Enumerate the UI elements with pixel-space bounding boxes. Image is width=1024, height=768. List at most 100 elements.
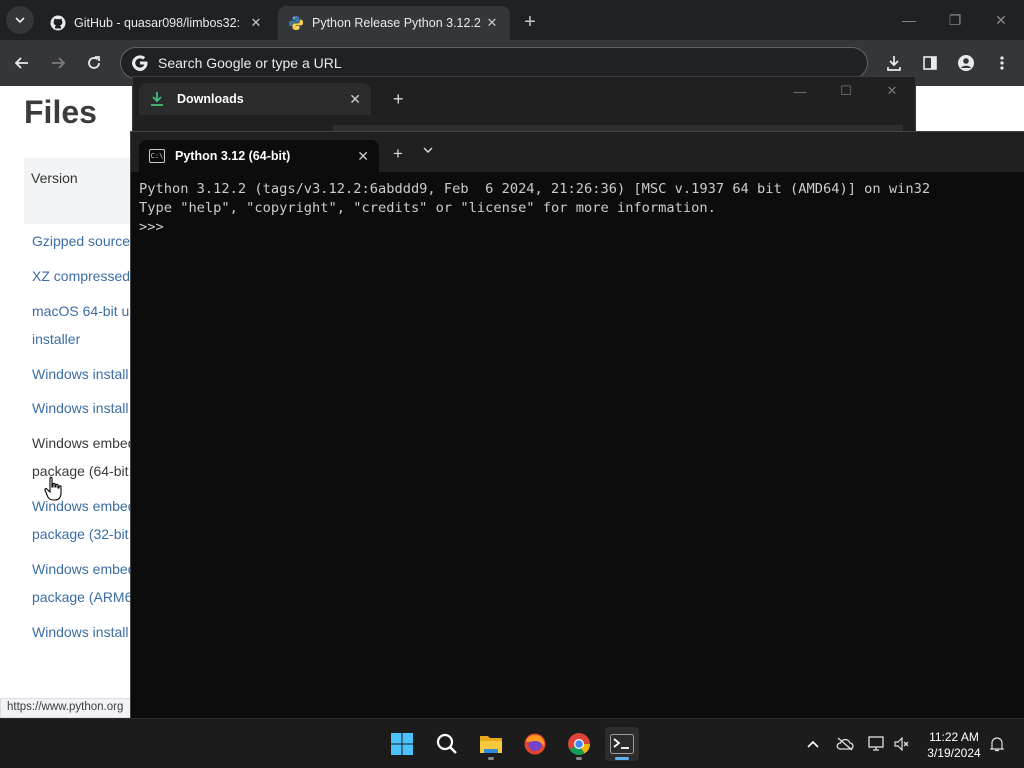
maximize-icon[interactable]: ☐: [823, 77, 869, 105]
google-icon: [132, 55, 148, 71]
volume-button[interactable]: [892, 719, 912, 768]
window-controls: — ❐ ✕: [886, 0, 1024, 40]
back-button[interactable]: [10, 51, 34, 75]
tab-downloads[interactable]: Downloads ✕: [139, 83, 371, 115]
column-header-version: Version: [31, 170, 78, 186]
side-panel-button[interactable]: [918, 51, 942, 75]
tab-title: Python 3.12 (64-bit): [175, 149, 291, 163]
tab-python-terminal[interactable]: C:\ Python 3.12 (64-bit) ✕: [139, 140, 379, 172]
tab-search-button[interactable]: [6, 6, 34, 34]
profile-icon: [958, 55, 974, 71]
more-vert-icon: [1000, 56, 1004, 70]
close-icon[interactable]: ✕: [357, 148, 369, 165]
terminal-icon: [610, 734, 634, 754]
clock-time: 11:22 AM: [929, 730, 979, 744]
reload-icon: [88, 56, 100, 69]
restore-icon[interactable]: ❐: [932, 0, 978, 40]
arrow-right-icon: [52, 57, 66, 69]
download-icon: [887, 56, 901, 71]
show-hidden-icons-button[interactable]: [802, 719, 824, 768]
file-link[interactable]: Windows install: [32, 624, 128, 640]
start-icon: [391, 733, 413, 755]
network-button[interactable]: [866, 719, 888, 768]
file-link[interactable]: macOS 64-bit u: [32, 303, 129, 319]
close-window-icon[interactable]: ✕: [978, 0, 1024, 40]
python-icon: [289, 16, 303, 30]
clock[interactable]: 11:22 AM 3/19/2024: [918, 729, 990, 761]
tab-python-release[interactable]: Python Release Python 3.12.2 | ✕: [278, 6, 510, 40]
address-bar[interactable]: [120, 47, 868, 79]
tab-title: Downloads: [177, 92, 244, 106]
search-icon: [436, 733, 457, 754]
minimize-icon[interactable]: —: [886, 0, 932, 40]
chrome-icon: [568, 733, 590, 755]
file-link[interactable]: Windows embed: [32, 561, 136, 577]
download-icon: [151, 92, 163, 106]
profile-button[interactable]: [954, 51, 978, 75]
arrow-left-icon: [14, 57, 28, 69]
onedrive-button[interactable]: [834, 719, 856, 768]
terminal-window: C:\ Python 3.12 (64-bit) ✕ + Python 3.12…: [130, 131, 1024, 718]
taskbar-file-explorer[interactable]: [474, 727, 508, 761]
close-window-icon[interactable]: ✕: [869, 77, 915, 105]
file-link[interactable]: package (32-bit: [32, 526, 129, 542]
file-explorer-icon: [480, 736, 502, 753]
file-link[interactable]: Gzipped source: [32, 233, 130, 249]
tab-title: GitHub - quasar098/limbos32:: [74, 16, 241, 30]
status-url: https://www.python.org: [0, 698, 135, 718]
file-link[interactable]: package (ARM6: [32, 589, 132, 605]
start-button[interactable]: [385, 727, 419, 761]
running-indicator: [488, 757, 494, 760]
page-title: Files: [24, 94, 97, 130]
volume-muted-icon: [894, 737, 909, 751]
file-link[interactable]: installer: [32, 331, 80, 347]
taskbar: 11:22 AM 3/19/2024: [0, 718, 1024, 768]
terminal-line: Python 3.12.2 (tags/v3.12.2:6abddd9, Feb…: [139, 181, 931, 197]
close-icon[interactable]: ✕: [248, 15, 264, 31]
file-link[interactable]: XZ compressed: [32, 268, 130, 284]
new-tab-button[interactable]: +: [518, 10, 542, 34]
terminal-prompt[interactable]: >>>: [139, 218, 930, 237]
close-icon[interactable]: ✕: [349, 91, 361, 108]
tab-github[interactable]: GitHub - quasar098/limbos32: ✕: [40, 6, 274, 40]
chevron-down-icon: [423, 147, 433, 153]
close-icon[interactable]: ✕: [484, 15, 500, 31]
terminal-line: Type "help", "copyright", "credits" or "…: [139, 200, 716, 216]
new-tab-button[interactable]: +: [393, 144, 403, 164]
downloads-window: Downloads ✕ + — ☐ ✕: [132, 76, 916, 136]
tab-dropdown-button[interactable]: [423, 144, 433, 158]
chevron-down-icon: [15, 17, 25, 24]
downloads-button[interactable]: [882, 51, 906, 75]
terminal-output[interactable]: Python 3.12.2 (tags/v3.12.2:6abddd9, Feb…: [139, 180, 930, 237]
file-link[interactable]: Windows embed: [32, 435, 136, 451]
bell-icon: [990, 737, 1004, 752]
running-indicator: [576, 757, 582, 760]
firefox-icon: [524, 733, 546, 755]
running-indicator: [615, 757, 629, 760]
window-controls: — ☐ ✕: [777, 77, 915, 105]
side-panel-icon: [923, 56, 937, 70]
omnibox-input[interactable]: [158, 55, 758, 71]
taskbar-firefox[interactable]: [518, 727, 552, 761]
browser-tab-bar: GitHub - quasar098/limbos32: ✕ Python Re…: [0, 0, 1024, 40]
terminal-tab-bar: C:\ Python 3.12 (64-bit) ✕ +: [131, 132, 1024, 172]
file-link[interactable]: Windows install: [32, 366, 128, 382]
reload-button[interactable]: [82, 51, 106, 75]
hand-cursor-icon: [44, 476, 62, 501]
github-icon: [50, 15, 66, 31]
clock-date: 3/19/2024: [927, 746, 981, 760]
taskbar-search-button[interactable]: [430, 727, 464, 761]
network-icon: [868, 736, 884, 751]
taskbar-chrome[interactable]: [562, 727, 596, 761]
chevron-up-icon: [807, 740, 819, 748]
console-icon: C:\: [149, 149, 165, 163]
cloud-off-icon: [836, 737, 854, 751]
forward-button[interactable]: [46, 51, 70, 75]
file-link[interactable]: Windows install: [32, 400, 128, 416]
notifications-button[interactable]: [986, 719, 1008, 768]
minimize-icon[interactable]: —: [777, 77, 823, 105]
taskbar-terminal[interactable]: [605, 727, 639, 761]
menu-button[interactable]: [990, 51, 1014, 75]
new-tab-button[interactable]: +: [393, 89, 404, 110]
tab-title: Python Release Python 3.12.2 |: [312, 16, 484, 30]
